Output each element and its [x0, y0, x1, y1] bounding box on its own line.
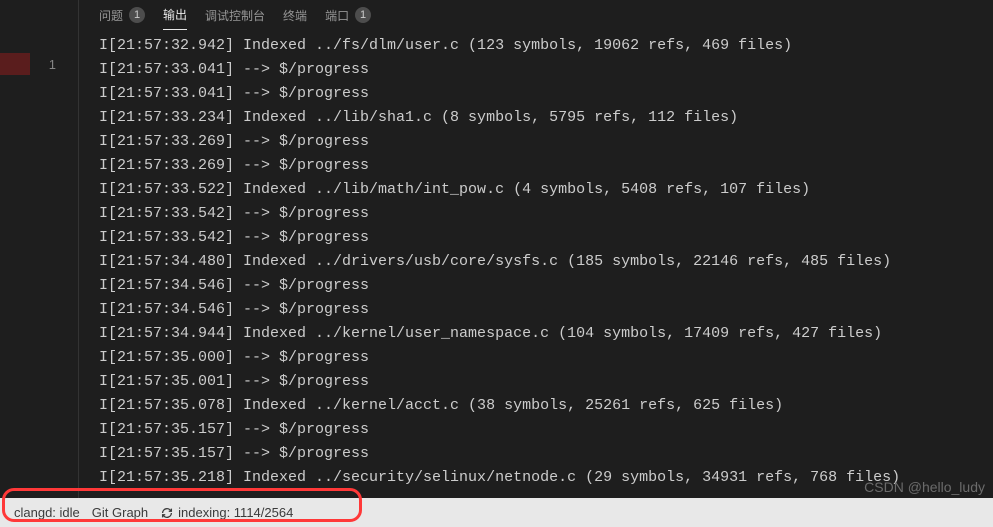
output-line: I[21:57:34.546] --> $/progress: [99, 298, 993, 322]
status-git-graph[interactable]: Git Graph: [86, 498, 154, 527]
sync-icon: [160, 506, 174, 520]
output-line: I[21:57:33.542] --> $/progress: [99, 226, 993, 250]
output-line: I[21:57:35.001] --> $/progress: [99, 370, 993, 394]
editor-gutter: 1: [0, 0, 78, 527]
output-line: I[21:57:32.942] Indexed ../fs/dlm/user.c…: [99, 34, 993, 58]
output-line: I[21:57:33.041] --> $/progress: [99, 82, 993, 106]
bottom-panel: 问题 1 输出 调试控制台 终端 端口 1 I[21:57:32.942] In…: [78, 0, 993, 498]
status-bar: clangd: idle Git Graph indexing: 1114/25…: [0, 498, 993, 527]
output-line: I[21:57:33.542] --> $/progress: [99, 202, 993, 226]
watermark-text: CSDN @hello_ludy: [864, 479, 985, 495]
gutter-line-number: 1: [0, 53, 78, 75]
tab-output[interactable]: 输出: [163, 0, 187, 30]
output-line: I[21:57:35.157] --> $/progress: [99, 442, 993, 466]
tab-ports-label: 端口: [325, 7, 349, 24]
output-line: I[21:57:33.041] --> $/progress: [99, 58, 993, 82]
output-log[interactable]: I[21:57:32.942] Indexed ../fs/dlm/user.c…: [79, 30, 993, 490]
output-line: I[21:57:34.546] --> $/progress: [99, 274, 993, 298]
status-indexing-text: indexing: 1114/2564: [178, 505, 293, 520]
tab-ports-badge: 1: [355, 7, 371, 23]
output-line: I[21:57:33.234] Indexed ../lib/sha1.c (8…: [99, 106, 993, 130]
panel-tabs: 问题 1 输出 调试控制台 终端 端口 1: [79, 0, 993, 30]
tab-debug-console[interactable]: 调试控制台: [205, 0, 265, 30]
output-line: I[21:57:33.269] --> $/progress: [99, 154, 993, 178]
output-line: I[21:57:35.000] --> $/progress: [99, 346, 993, 370]
tab-terminal-label: 终端: [283, 7, 307, 24]
output-line: I[21:57:34.480] Indexed ../drivers/usb/c…: [99, 250, 993, 274]
tab-problems[interactable]: 问题 1: [99, 0, 145, 30]
tab-ports[interactable]: 端口 1: [325, 0, 371, 30]
output-line: I[21:57:35.078] Indexed ../kernel/acct.c…: [99, 394, 993, 418]
tab-terminal[interactable]: 终端: [283, 0, 307, 30]
status-git-graph-text: Git Graph: [92, 505, 148, 520]
output-line: I[21:57:35.218] Indexed ../security/seli…: [99, 466, 993, 490]
tab-output-label: 输出: [163, 6, 187, 23]
output-line: I[21:57:33.269] --> $/progress: [99, 130, 993, 154]
output-line: I[21:57:34.944] Indexed ../kernel/user_n…: [99, 322, 993, 346]
tab-problems-badge: 1: [129, 7, 145, 23]
tab-debug-label: 调试控制台: [205, 7, 265, 24]
tab-problems-label: 问题: [99, 7, 123, 24]
output-line: I[21:57:33.522] Indexed ../lib/math/int_…: [99, 178, 993, 202]
output-line: I[21:57:35.157] --> $/progress: [99, 418, 993, 442]
status-clangd-text: clangd: idle: [14, 505, 80, 520]
status-clangd[interactable]: clangd: idle: [8, 498, 86, 527]
status-indexing[interactable]: indexing: 1114/2564: [154, 498, 299, 527]
